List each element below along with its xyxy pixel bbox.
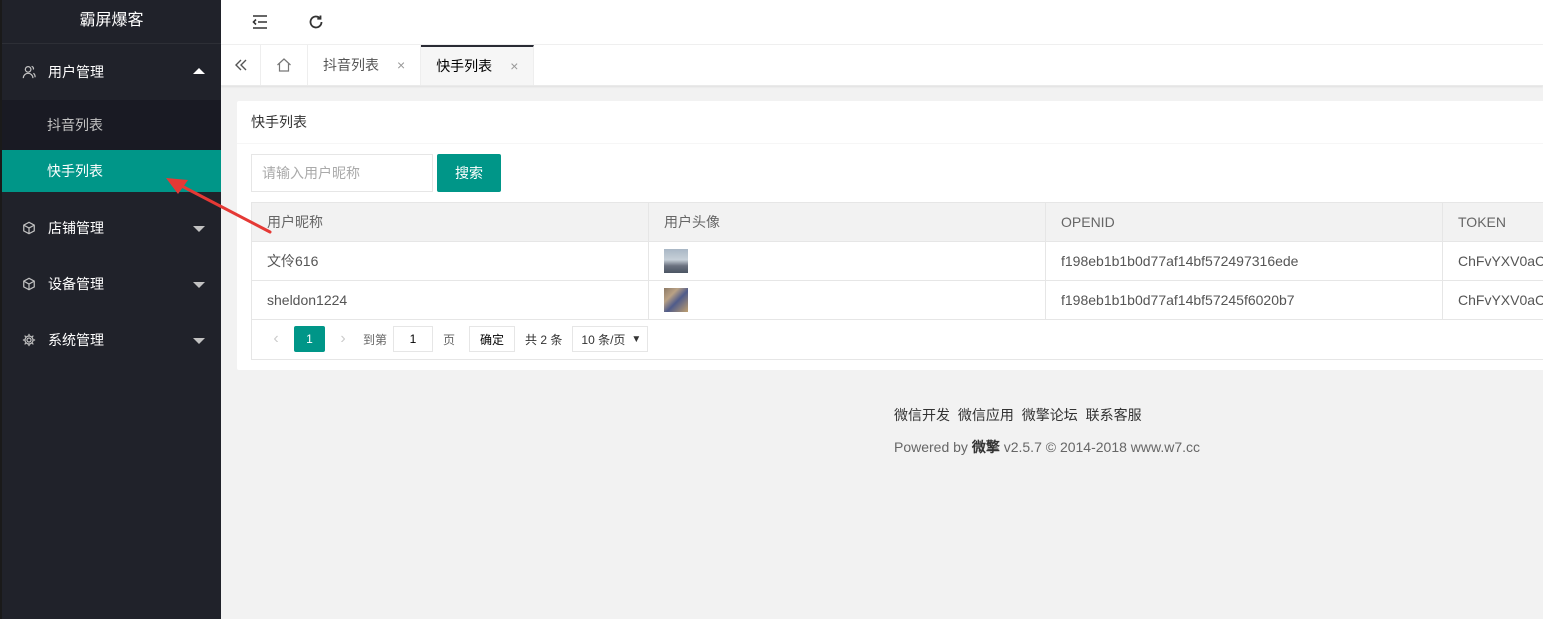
content-card: 快手列表 搜索 用户昵称 用户头像 OPENID TOKEN 文伶616 f19… [237, 101, 1543, 370]
top-header [221, 0, 1543, 45]
sidebar-group-device-management[interactable]: 设备管理 [2, 256, 221, 312]
cell-avatar [648, 280, 1046, 320]
sidebar-group-label: 用户管理 [48, 64, 104, 80]
home-icon[interactable] [261, 45, 308, 85]
page-unit-label: 页 [443, 332, 456, 347]
card-title: 快手列表 [237, 101, 1543, 144]
footer-link-wechat-apps[interactable]: 微信应用 [958, 407, 1014, 423]
tab-kuaishou-list[interactable]: 快手列表 × [421, 45, 535, 85]
cube-icon [22, 221, 36, 235]
sidebar-submenu: 抖音列表 快手列表 [2, 100, 221, 192]
nickname-search-input[interactable] [251, 154, 433, 192]
menu-fold-icon[interactable] [245, 7, 275, 37]
sidebar-group-label: 设备管理 [48, 276, 104, 292]
sidebar-group-system-management[interactable]: 系统管理 [2, 312, 221, 368]
goto-page-input[interactable] [393, 326, 434, 352]
cell-nickname: sheldon1224 [251, 280, 649, 320]
sidebar-group-label: 系统管理 [48, 332, 104, 348]
cube-icon [22, 277, 36, 291]
sidebar-item-kuaishou-list[interactable]: 快手列表 [2, 150, 221, 192]
powered-suffix: v2.5.7 © 2014-2018 www.w7.cc [1003, 439, 1201, 455]
caret-down-icon [193, 338, 205, 344]
goto-confirm-button[interactable]: 确定 [469, 326, 516, 352]
caret-down-icon [193, 282, 205, 288]
cell-avatar [648, 241, 1046, 281]
caret-up-icon [193, 68, 205, 74]
cell-token: ChFvYXV0aC [1442, 280, 1543, 320]
cell-nickname: 文伶616 [251, 241, 649, 281]
pagination: ‹ 1 › 到第 页 确定 共 2 条 10 条/页 ▼ [251, 319, 1543, 360]
page-size-value: 10 条/页 [581, 332, 626, 347]
search-row: 搜索 [251, 154, 501, 192]
caret-down-icon: ▼ [631, 333, 642, 345]
column-header-openid[interactable]: OPENID [1045, 202, 1443, 242]
sidebar: 霸屏爆客 用户管理 抖音列表 快手列表 店铺管理 设备管理 系统管理 [0, 0, 221, 619]
tabs-scroll-left-icon[interactable] [221, 45, 261, 85]
page-size-select[interactable]: 10 条/页 ▼ [572, 326, 649, 352]
column-header-nickname[interactable]: 用户昵称 [251, 202, 649, 242]
user-icon [22, 65, 36, 79]
footer-link-support[interactable]: 联系客服 [1086, 407, 1142, 423]
sidebar-group-store-management[interactable]: 店铺管理 [2, 200, 221, 256]
close-icon[interactable]: × [510, 58, 518, 74]
sidebar-item-douyin-list[interactable]: 抖音列表 [2, 100, 221, 150]
powered-by: Powered by 微擎 v2.5.7 © 2014-2018 www.w7.… [894, 437, 1200, 457]
total-count: 共 2 条 [525, 332, 563, 347]
user-table: 用户昵称 用户头像 OPENID TOKEN 文伶616 f198eb1b1b0… [251, 202, 1543, 320]
avatar [664, 249, 688, 273]
app-logo: 霸屏爆客 [2, 0, 221, 44]
avatar [664, 288, 688, 312]
cell-token: ChFvYXV0aC [1442, 241, 1543, 281]
tab-douyin-list[interactable]: 抖音列表 × [308, 45, 422, 85]
tab-bar: 抖音列表 × 快手列表 × [221, 45, 1543, 86]
page-number-current[interactable]: 1 [294, 326, 325, 352]
table-row: 文伶616 f198eb1b1b0d77af14bf572497316ede C… [251, 241, 1543, 281]
footer-link-forum[interactable]: 微擎论坛 [1022, 407, 1078, 423]
search-button[interactable]: 搜索 [437, 154, 501, 192]
refresh-icon[interactable] [301, 7, 331, 37]
sidebar-group-label: 店铺管理 [48, 220, 104, 236]
powered-brand[interactable]: 微擎 [972, 439, 1000, 455]
prev-page-icon[interactable]: ‹ [262, 326, 290, 352]
cell-openid: f198eb1b1b0d77af14bf57245f6020b7 [1045, 280, 1443, 320]
next-page-icon[interactable]: › [329, 326, 357, 352]
gear-icon [22, 333, 36, 347]
footer-links: 微信开发 微信应用 微擎论坛 联系客服 [894, 405, 1200, 425]
footer: 微信开发 微信应用 微擎论坛 联系客服 Powered by 微擎 v2.5.7… [894, 405, 1200, 457]
tab-label: 抖音列表 [323, 57, 379, 73]
goto-label: 到第 [363, 332, 388, 347]
footer-link-wechat-dev[interactable]: 微信开发 [894, 407, 950, 423]
column-header-avatar[interactable]: 用户头像 [648, 202, 1046, 242]
sidebar-group-user-management[interactable]: 用户管理 [2, 44, 221, 100]
tab-label: 快手列表 [436, 58, 493, 74]
cell-openid: f198eb1b1b0d77af14bf572497316ede [1045, 241, 1443, 281]
caret-down-icon [193, 226, 205, 232]
close-icon[interactable]: × [397, 57, 405, 73]
powered-prefix: Powered by [894, 439, 968, 455]
table-row: sheldon1224 f198eb1b1b0d77af14bf57245f60… [251, 280, 1543, 320]
table-header-row: 用户昵称 用户头像 OPENID TOKEN [251, 202, 1543, 242]
column-header-token[interactable]: TOKEN [1442, 202, 1543, 242]
